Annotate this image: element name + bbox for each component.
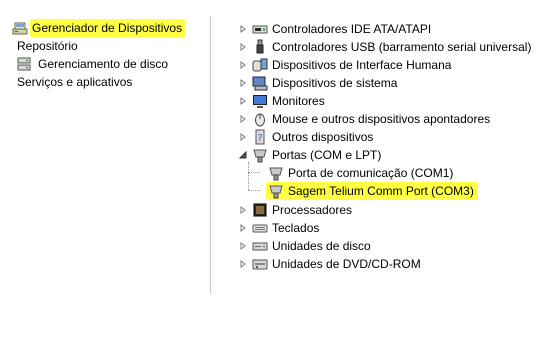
tree-item-label: Outros dispositivos: [272, 130, 374, 144]
nav-item-disk-management[interactable]: Gerenciamento de disco: [12, 55, 168, 73]
disk-drive-icon: [252, 242, 268, 251]
nav-item-label: Gerenciamento de disco: [38, 57, 169, 71]
tree-item-label: Unidades de disco: [272, 239, 371, 253]
tree-item-label: Porta de comunicação (COM1): [288, 166, 454, 180]
tree-item-keyboards[interactable]: Teclados: [238, 219, 319, 237]
nav-item-repository[interactable]: Repositório: [17, 37, 78, 55]
svg-text:?: ?: [257, 133, 262, 144]
system-device-icon: [252, 76, 268, 91]
tree-item-ide-controllers[interactable]: Controladores IDE ATA/ATAPI: [238, 20, 431, 38]
tree-item-disk-drives[interactable]: Unidades de disco: [238, 237, 371, 255]
device-tree: Controladores IDE ATA/ATAPI Controladore…: [238, 0, 554, 300]
monitor-icon: [253, 95, 267, 108]
expand-arrow-icon[interactable]: [238, 74, 248, 92]
tree-connector: [248, 162, 249, 190]
nav-item-label: Serviços e aplicativos: [17, 75, 133, 89]
dvd-drive-icon: [252, 259, 268, 270]
expand-arrow-icon[interactable]: [238, 219, 248, 237]
device-manager-icon: [12, 22, 28, 35]
tree-item-label: Portas (COM e LPT): [272, 148, 382, 162]
hid-icon: [252, 58, 268, 72]
nav-item-label: Repositório: [17, 39, 78, 53]
tree-item-label: Dispositivos de Interface Humana: [272, 58, 452, 72]
keyboard-icon: [252, 224, 268, 233]
nav-item-services[interactable]: Serviços e aplicativos: [17, 73, 132, 91]
expand-arrow-icon[interactable]: [238, 20, 248, 38]
expand-arrow-icon[interactable]: [238, 128, 248, 146]
tree-item-ports[interactable]: Portas (COM e LPT): [238, 146, 381, 164]
expand-arrow-icon[interactable]: [238, 92, 248, 110]
port-icon: [269, 185, 283, 199]
nav-item-label: Gerenciador de Dispositivos: [30, 19, 186, 37]
tree-item-label: Monitores: [272, 94, 325, 108]
nav-item-device-manager[interactable]: Gerenciador de Dispositivos: [12, 19, 186, 37]
tree-item-port-com1[interactable]: Porta de comunicação (COM1): [254, 164, 453, 182]
expand-arrow-icon[interactable]: [238, 56, 248, 74]
expand-arrow-icon[interactable]: [238, 110, 248, 128]
tree-item-system-devices[interactable]: Dispositivos de sistema: [238, 74, 397, 92]
tree-item-usb-controllers[interactable]: Controladores USB (barramento serial uni…: [238, 38, 531, 56]
tree-item-sagem-com3[interactable]: Sagem Telium Comm Port (COM3): [254, 182, 478, 200]
tree-item-label: Controladores IDE ATA/ATAPI: [272, 22, 432, 36]
tree-item-monitors[interactable]: Monitores: [238, 92, 325, 110]
tree-item-label: Processadores: [272, 203, 353, 217]
expand-arrow-icon[interactable]: [238, 38, 248, 56]
tree-item-mouse[interactable]: Mouse e outros dispositivos apontadores: [238, 110, 490, 128]
collapse-arrow-icon[interactable]: [238, 146, 248, 164]
tree-item-label: Mouse e outros dispositivos apontadores: [272, 112, 491, 126]
tree-item-dvd-drives[interactable]: Unidades de DVD/CD-ROM: [238, 255, 421, 273]
disk-management-icon: [17, 57, 31, 71]
left-navigation-pane: Gerenciador de Dispositivos Repositório …: [0, 0, 210, 300]
tree-item-other-devices[interactable]: ? Outros dispositivos: [238, 128, 373, 146]
expand-arrow-icon[interactable]: [238, 255, 248, 273]
tree-item-label: Sagem Telium Comm Port (COM3): [288, 184, 474, 198]
tree-item-label: Dispositivos de sistema: [272, 76, 398, 90]
usb-icon: [256, 39, 264, 54]
tree-item-label: Teclados: [272, 221, 320, 235]
tree-item-label: Controladores USB (barramento serial uni…: [272, 40, 532, 54]
unknown-device-icon: ?: [255, 129, 265, 145]
highlight-marker: Sagem Telium Comm Port (COM3): [266, 182, 478, 200]
ide-controller-icon: [252, 25, 268, 34]
pane-splitter[interactable]: [210, 16, 212, 293]
mouse-icon: [255, 113, 265, 127]
port-icon: [253, 149, 267, 163]
expand-arrow-icon[interactable]: [238, 201, 248, 219]
tree-item-label: Unidades de DVD/CD-ROM: [272, 257, 421, 271]
expand-arrow-icon[interactable]: [238, 237, 248, 255]
tree-item-hid[interactable]: Dispositivos de Interface Humana: [238, 56, 451, 74]
processor-icon: [253, 203, 267, 217]
port-icon: [269, 167, 283, 181]
tree-item-processors[interactable]: Processadores: [238, 201, 352, 219]
